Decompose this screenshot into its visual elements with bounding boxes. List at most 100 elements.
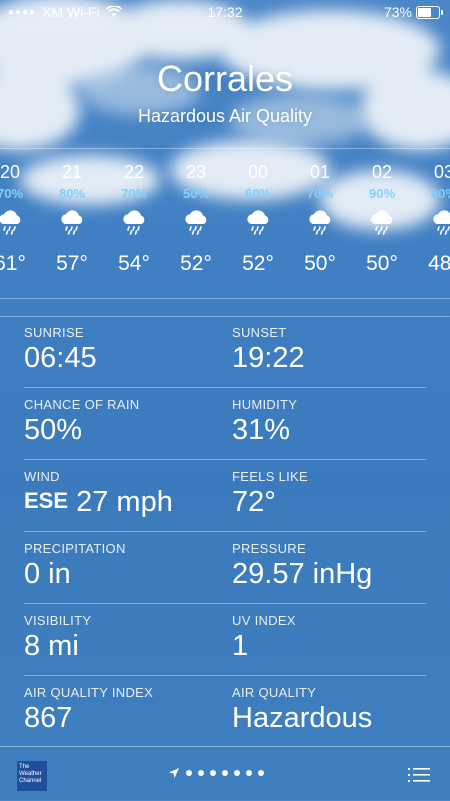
detail-label: AIR QUALITY INDEX: [24, 685, 154, 700]
rain-cloud-icon: [433, 210, 450, 235]
detail-value: 06:45: [24, 342, 97, 375]
hour-temperature: 54°: [118, 252, 150, 275]
detail-label: SUNSET: [232, 325, 287, 340]
precip-chance: 50%: [182, 186, 210, 201]
logo-text: The Weather Channel: [19, 764, 42, 784]
hour-label: 00: [247, 162, 269, 182]
page-dot[interactable]: [210, 770, 216, 776]
detail-cell: PRECIPITATION 0 in: [24, 541, 126, 591]
detail-cell: CHANCE OF RAIN 50%: [24, 397, 139, 447]
detail-label: PRECIPITATION: [24, 541, 126, 556]
precip-chance: 70%: [0, 186, 24, 201]
list-icon[interactable]: [408, 767, 430, 783]
detail-cell: VISIBILITY 8 mi: [24, 613, 91, 663]
rain-cloud-icon: [185, 210, 207, 235]
detail-row: PRECIPITATION 0 in PRESSURE 29.57 inHg: [24, 532, 426, 604]
detail-cell: UV INDEX 1: [232, 613, 296, 663]
hour-label: 22: [123, 162, 145, 182]
rain-cloud-icon: [371, 210, 393, 235]
detail-label: UV INDEX: [232, 613, 296, 628]
hour-label: 01: [309, 162, 331, 182]
detail-label: VISIBILITY: [24, 613, 92, 628]
hourly-bottom-divider: [0, 298, 450, 299]
hour-temperature: 50°: [304, 252, 336, 275]
hour-temperature: 57°: [56, 252, 88, 275]
battery-icon: [416, 5, 443, 19]
detail-label: FEELS LIKE: [232, 469, 308, 484]
detail-value-text: 867: [24, 702, 73, 734]
bottom-bar: The Weather Channel: [0, 746, 450, 801]
rain-cloud-icon: [61, 210, 83, 235]
detail-value: Hazardous: [232, 702, 373, 734]
hourly-forecast[interactable]: 20 70% 61° 21 80% 57° 22 70% 54° 23 50% 52° 00 60% 52°…: [0, 150, 450, 298]
precip-chance: 80%: [58, 186, 86, 201]
detail-value: 8 mi: [24, 630, 91, 663]
detail-label: AIR QUALITY: [232, 685, 317, 700]
rain-cloud-icon: [309, 210, 331, 235]
detail-cell: SUNRISE 06:45: [24, 325, 97, 375]
detail-value: ESE 27 mph: [24, 486, 173, 519]
hour-temperature: 52°: [242, 252, 274, 275]
hour-label: 03: [433, 162, 450, 182]
detail-label: SUNRISE: [24, 325, 84, 340]
detail-row: SUNRISE 06:45 SUNSET 19:22: [24, 316, 426, 388]
page-dot[interactable]: [186, 770, 192, 776]
precip-chance: 80%: [430, 186, 450, 201]
detail-cell: FEELS LIKE 72°: [232, 469, 308, 519]
rain-cloud-icon: [0, 210, 21, 235]
detail-value: 0 in: [24, 558, 126, 591]
detail-value: 1: [232, 630, 249, 662]
detail-value: 50%: [24, 414, 139, 447]
hour-temperature: 61°: [0, 252, 26, 275]
detail-label: CHANCE OF RAIN: [24, 397, 140, 412]
detail-value: 29.57 inHg: [232, 558, 373, 590]
wind-direction: ESE: [24, 488, 69, 513]
detail-row: WIND ESE 27 mph FEELS LIKE 72°: [24, 460, 426, 532]
hourly-top-divider: [0, 148, 450, 149]
hour-temperature: 50°: [366, 252, 398, 275]
clock: 17:32: [207, 4, 243, 20]
detail-value-text: 06:45: [24, 342, 97, 374]
detail-label: PRESSURE: [232, 541, 306, 556]
page-dot[interactable]: [222, 770, 228, 776]
status-right: 73%: [383, 4, 443, 20]
precip-chance: 60%: [244, 186, 272, 201]
detail-row: AIR QUALITY INDEX 867 AIR QUALITY Hazardous: [24, 676, 426, 748]
battery-percent: 73%: [383, 4, 412, 20]
page-dot[interactable]: [258, 770, 264, 776]
detail-cell: AIR QUALITY INDEX 867: [24, 685, 153, 735]
hour-temperature: 52°: [180, 252, 212, 275]
rain-cloud-icon: [123, 210, 145, 235]
detail-row: CHANCE OF RAIN 50% HUMIDITY 31%: [24, 388, 426, 460]
condition-text: Hazardous Air Quality: [137, 106, 313, 126]
hour-label: 02: [371, 162, 393, 182]
detail-cell: HUMIDITY 31%: [232, 397, 297, 447]
rain-cloud-icon: [247, 210, 269, 235]
detail-label: HUMIDITY: [232, 397, 298, 412]
precip-chance: 90%: [368, 186, 396, 201]
detail-cell: AIR QUALITY Hazardous: [232, 685, 372, 735]
hour-label: 20: [0, 162, 21, 182]
detail-label: WIND: [24, 469, 60, 484]
detail-cell: SUNSET 19:22: [232, 325, 305, 375]
status-bar: ●●●● XM Wi-Fi 17:32 73%: [0, 0, 450, 24]
detail-value-text: 50%: [24, 414, 83, 446]
detail-value-text: 27 mph: [76, 486, 173, 518]
precip-chance: 70%: [306, 186, 334, 201]
detail-cell: WIND ESE 27 mph: [24, 469, 173, 519]
detail-value-text: 8 mi: [24, 630, 79, 662]
detail-value-text: 0 in: [24, 558, 71, 590]
hour-temperature: 48°: [428, 252, 450, 275]
detail-row: VISIBILITY 8 mi UV INDEX 1: [24, 604, 426, 676]
hour-label: 21: [61, 162, 83, 182]
precip-chance: 70%: [120, 186, 148, 201]
detail-cell: PRESSURE 29.57 inHg: [232, 541, 372, 591]
page-dot[interactable]: [246, 770, 252, 776]
page-dot[interactable]: [234, 770, 240, 776]
page-dot[interactable]: [198, 770, 204, 776]
detail-value: 867: [24, 702, 153, 735]
detail-value: 72°: [232, 486, 276, 518]
detail-value: 19:22: [232, 342, 305, 374]
page-indicator[interactable]: [168, 767, 264, 779]
weather-channel-logo[interactable]: The Weather Channel: [17, 761, 47, 791]
